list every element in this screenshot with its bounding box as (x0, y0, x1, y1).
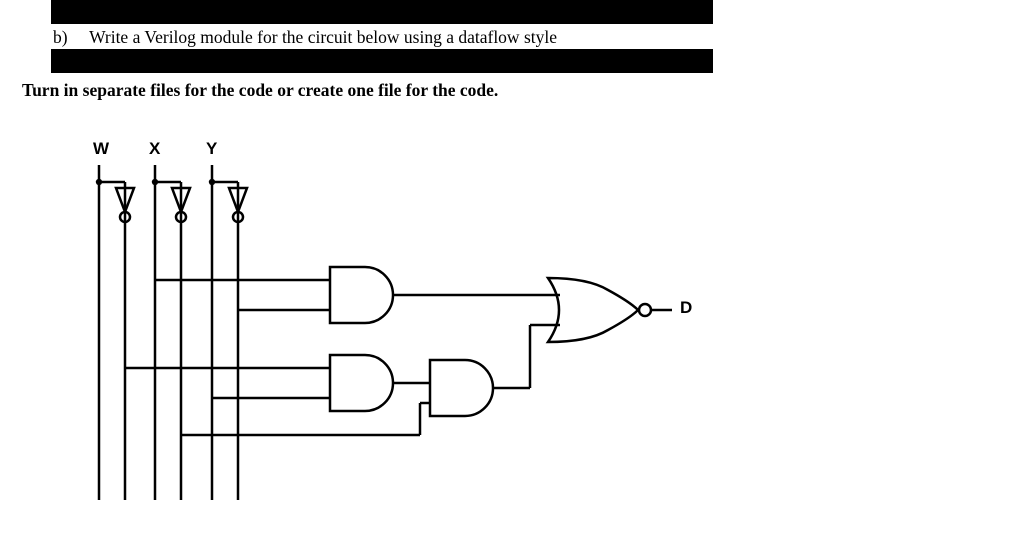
question-label: b) (53, 27, 85, 48)
redaction-bar-top (51, 0, 713, 24)
question-text: b) Write a Verilog module for the circui… (53, 27, 557, 48)
redaction-bar-mid (51, 49, 713, 73)
instruction-text: Turn in separate files for the code or c… (22, 80, 498, 101)
circuit-diagram (60, 140, 780, 540)
question-body: Write a Verilog module for the circuit b… (89, 27, 557, 47)
